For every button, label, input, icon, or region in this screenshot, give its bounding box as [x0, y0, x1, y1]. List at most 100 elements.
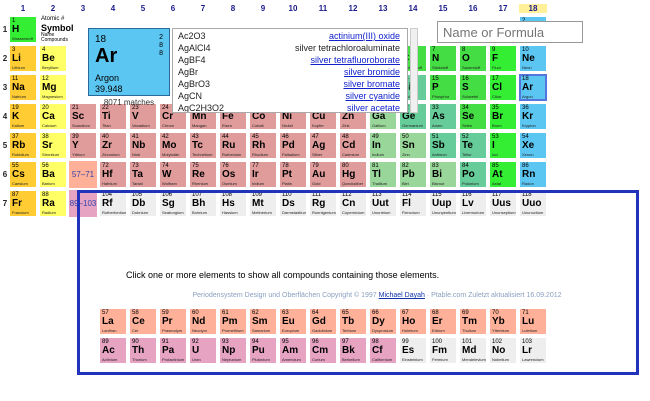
element-cell-gd[interactable]: 64 Gd Gadolinium: [309, 308, 337, 335]
element-cell-uus[interactable]: 117 Uus Ununseptium: [489, 190, 517, 217]
element-cell-n[interactable]: 7 N Stickstoff: [429, 45, 457, 72]
element-cell-hs[interactable]: 108 Hs Hassium: [219, 190, 247, 217]
element-cell-eu[interactable]: 63 Eu Europium: [279, 308, 307, 335]
element-cell-at[interactable]: 85 At Astat: [489, 161, 517, 188]
element-cell-pt[interactable]: 78 Pt Platin: [279, 161, 307, 188]
element-cell-ne[interactable]: 10 Ne Neon: [519, 45, 547, 72]
compound-name-link[interactable]: silver acetate: [347, 103, 400, 112]
element-cell-pr[interactable]: 59 Pr Praseodym: [159, 308, 187, 335]
element-cell-ds[interactable]: 110 Ds Darmstadtium: [279, 190, 307, 217]
element-cell-y[interactable]: 39 Y Yttrium: [69, 132, 97, 159]
element-cell-li[interactable]: 3 Li Lithium: [9, 45, 37, 72]
element-cell-nb[interactable]: 41 Nb Niob: [129, 132, 157, 159]
element-cell-np[interactable]: 93 Np Neptunium: [219, 337, 247, 364]
element-cell-pm[interactable]: 61 Pm Promethium: [219, 308, 247, 335]
element-cell-no[interactable]: 102 No Nobelium: [489, 337, 517, 364]
element-cell-zr[interactable]: 40 Zr Zirconium: [99, 132, 127, 159]
element-cell-ac[interactable]: 89 Ac Actinium: [99, 337, 127, 364]
element-cell-kr[interactable]: 36 Kr Krypton: [519, 103, 547, 130]
element-cell-sb[interactable]: 51 Sb Antimon: [429, 132, 457, 159]
element-cell-sg[interactable]: 106 Sg Seaborgium: [159, 190, 187, 217]
element-cell-ba[interactable]: 56 Ba Barium: [39, 161, 67, 188]
element-cell-uup[interactable]: 115 Uup Ununpentium: [429, 190, 457, 217]
element-cell-p[interactable]: 15 P Phosphor: [429, 74, 457, 101]
search-input[interactable]: [437, 21, 583, 43]
element-cell-pb[interactable]: 82 Pb Blei: [399, 161, 427, 188]
element-cell-in[interactable]: 49 In Indium: [369, 132, 397, 159]
compound-name-link[interactable]: silver tetrafluoroborate: [310, 55, 400, 65]
compound-row[interactable]: AgBrO3 silver bromate: [176, 79, 406, 91]
element-cell-rb[interactable]: 37 Rb Rubidium: [9, 132, 37, 159]
element-cell-am[interactable]: 95 Am Americium: [279, 337, 307, 364]
element-cell-pu[interactable]: 94 Pu Plutonium: [249, 337, 277, 364]
element-cell-u[interactable]: 92 U Uran: [189, 337, 217, 364]
element-cell-s[interactable]: 16 S Schwefel: [459, 74, 487, 101]
element-cell-ag[interactable]: 47 Ag Silber: [309, 132, 337, 159]
element-cell-pa[interactable]: 91 Pa Protactinium: [159, 337, 187, 364]
element-cell-sn[interactable]: 50 Sn Zinn: [399, 132, 427, 159]
element-cell-xe[interactable]: 54 Xe Xenon: [519, 132, 547, 159]
element-cell-fr[interactable]: 87 Fr Francium: [9, 190, 37, 217]
element-cell-mo[interactable]: 42 Mo Molybdän: [159, 132, 187, 159]
element-cell-cs[interactable]: 55 Cs Caesium: [9, 161, 37, 188]
element-cell-th[interactable]: 90 Th Thorium: [129, 337, 157, 364]
element-cell-fm[interactable]: 100 Fm Fermium: [429, 337, 457, 364]
element-cell-br[interactable]: 35 Br Brom: [489, 103, 517, 130]
element-cell-db[interactable]: 105 Db Dubnium: [129, 190, 157, 217]
element-cell-tb[interactable]: 65 Tb Terbium: [339, 308, 367, 335]
element-cell-bk[interactable]: 97 Bk Berkelium: [339, 337, 367, 364]
element-cell-k[interactable]: 19 K Kalium: [9, 103, 37, 130]
element-cell-mt[interactable]: 109 Mt Meitnerium: [249, 190, 277, 217]
element-cell-hg[interactable]: 80 Hg Quecksilber: [339, 161, 367, 188]
element-cell-w[interactable]: 74 W Wolfram: [159, 161, 187, 188]
element-cell-rh[interactable]: 45 Rh Rhodium: [249, 132, 277, 159]
element-cell-os[interactable]: 76 Os Osmium: [219, 161, 247, 188]
element-cell-ti[interactable]: 22 Ti Titan: [99, 103, 127, 130]
element-cell-ce[interactable]: 58 Ce Cer: [129, 308, 157, 335]
element-cell-sm[interactable]: 62 Sm Samarium: [249, 308, 277, 335]
element-cell-lu[interactable]: 71 Lu Lutetium: [519, 308, 547, 335]
element-cell-ho[interactable]: 67 Ho Holmium: [399, 308, 427, 335]
element-cell-uut[interactable]: 113 Uut Ununtrium: [369, 190, 397, 217]
element-cell-ar[interactable]: 18 Ar Argon: [519, 74, 547, 101]
element-cell-ca[interactable]: 20 Ca Calcium: [39, 103, 67, 130]
element-cell-cn[interactable]: 112 Cn Copernicium: [339, 190, 367, 217]
element-cell-mg[interactable]: 12 Mg Magnesium: [39, 74, 67, 101]
element-cell-hf[interactable]: 72 Hf Hafnium: [99, 161, 127, 188]
element-cell-be[interactable]: 4 Be Beryllium: [39, 45, 67, 72]
element-cell-po[interactable]: 84 Po Polonium: [459, 161, 487, 188]
compound-row[interactable]: AgBF4 silver tetrafluoroborate: [176, 55, 406, 67]
element-cell-yb[interactable]: 70 Yb Ytterbium: [489, 308, 517, 335]
element-cell-pd[interactable]: 46 Pd Palladium: [279, 132, 307, 159]
element-cell-nd[interactable]: 60 Nd Neodym: [189, 308, 217, 335]
compound-name-link[interactable]: silver bromate: [343, 79, 400, 89]
element-cell-es[interactable]: 99 Es Einsteinium: [399, 337, 427, 364]
compound-row[interactable]: Ac2O3 actinium(III) oxide: [176, 31, 406, 43]
element-cell-te[interactable]: 52 Te Tellur: [459, 132, 487, 159]
element-cell-bi[interactable]: 83 Bi Bismut: [429, 161, 457, 188]
element-cell-cm[interactable]: 96 Cm Curium: [309, 337, 337, 364]
element-cell-la[interactable]: 57 La Lanthan: [99, 308, 127, 335]
element-cell-rg[interactable]: 111 Rg Roentgenium: [309, 190, 337, 217]
element-cell-ta[interactable]: 73 Ta Tantal: [129, 161, 157, 188]
element-cell-dy[interactable]: 66 Dy Dysprosium: [369, 308, 397, 335]
element-cell-as[interactable]: 33 As Arsen: [429, 103, 457, 130]
element-cell-bh[interactable]: 107 Bh Bohrium: [189, 190, 217, 217]
compound-row[interactable]: AgC2H3O2 silver acetate: [176, 103, 406, 112]
compound-list-scrollbar[interactable]: [410, 28, 418, 113]
compound-name-link[interactable]: silver cyanide: [345, 91, 400, 101]
element-cell-na[interactable]: 11 Na Natrium: [9, 74, 37, 101]
author-link[interactable]: Michael Dayah: [379, 292, 425, 299]
compound-row[interactable]: AgAlCl4 silver tetrachloroaluminate: [176, 43, 406, 55]
element-cell-er[interactable]: 68 Er Erbium: [429, 308, 457, 335]
element-cell-uuo[interactable]: 118 Uuo Ununoctium: [519, 190, 547, 217]
element-cell-sr[interactable]: 38 Sr Strontium: [39, 132, 67, 159]
element-cell-tm[interactable]: 69 Tm Thulium: [459, 308, 487, 335]
element-cell-rf[interactable]: 104 Rf Rutherfordium: [99, 190, 127, 217]
element-cell-v[interactable]: 23 V Vanadium: [129, 103, 157, 130]
element-cell-cd[interactable]: 48 Cd Cadmium: [339, 132, 367, 159]
compound-row[interactable]: AgBr silver bromide: [176, 67, 406, 79]
element-cell-ir[interactable]: 77 Ir Iridium: [249, 161, 277, 188]
element-cell-rn[interactable]: 86 Rn Radon: [519, 161, 547, 188]
element-cell-tc[interactable]: 43 Tc Technetium: [189, 132, 217, 159]
